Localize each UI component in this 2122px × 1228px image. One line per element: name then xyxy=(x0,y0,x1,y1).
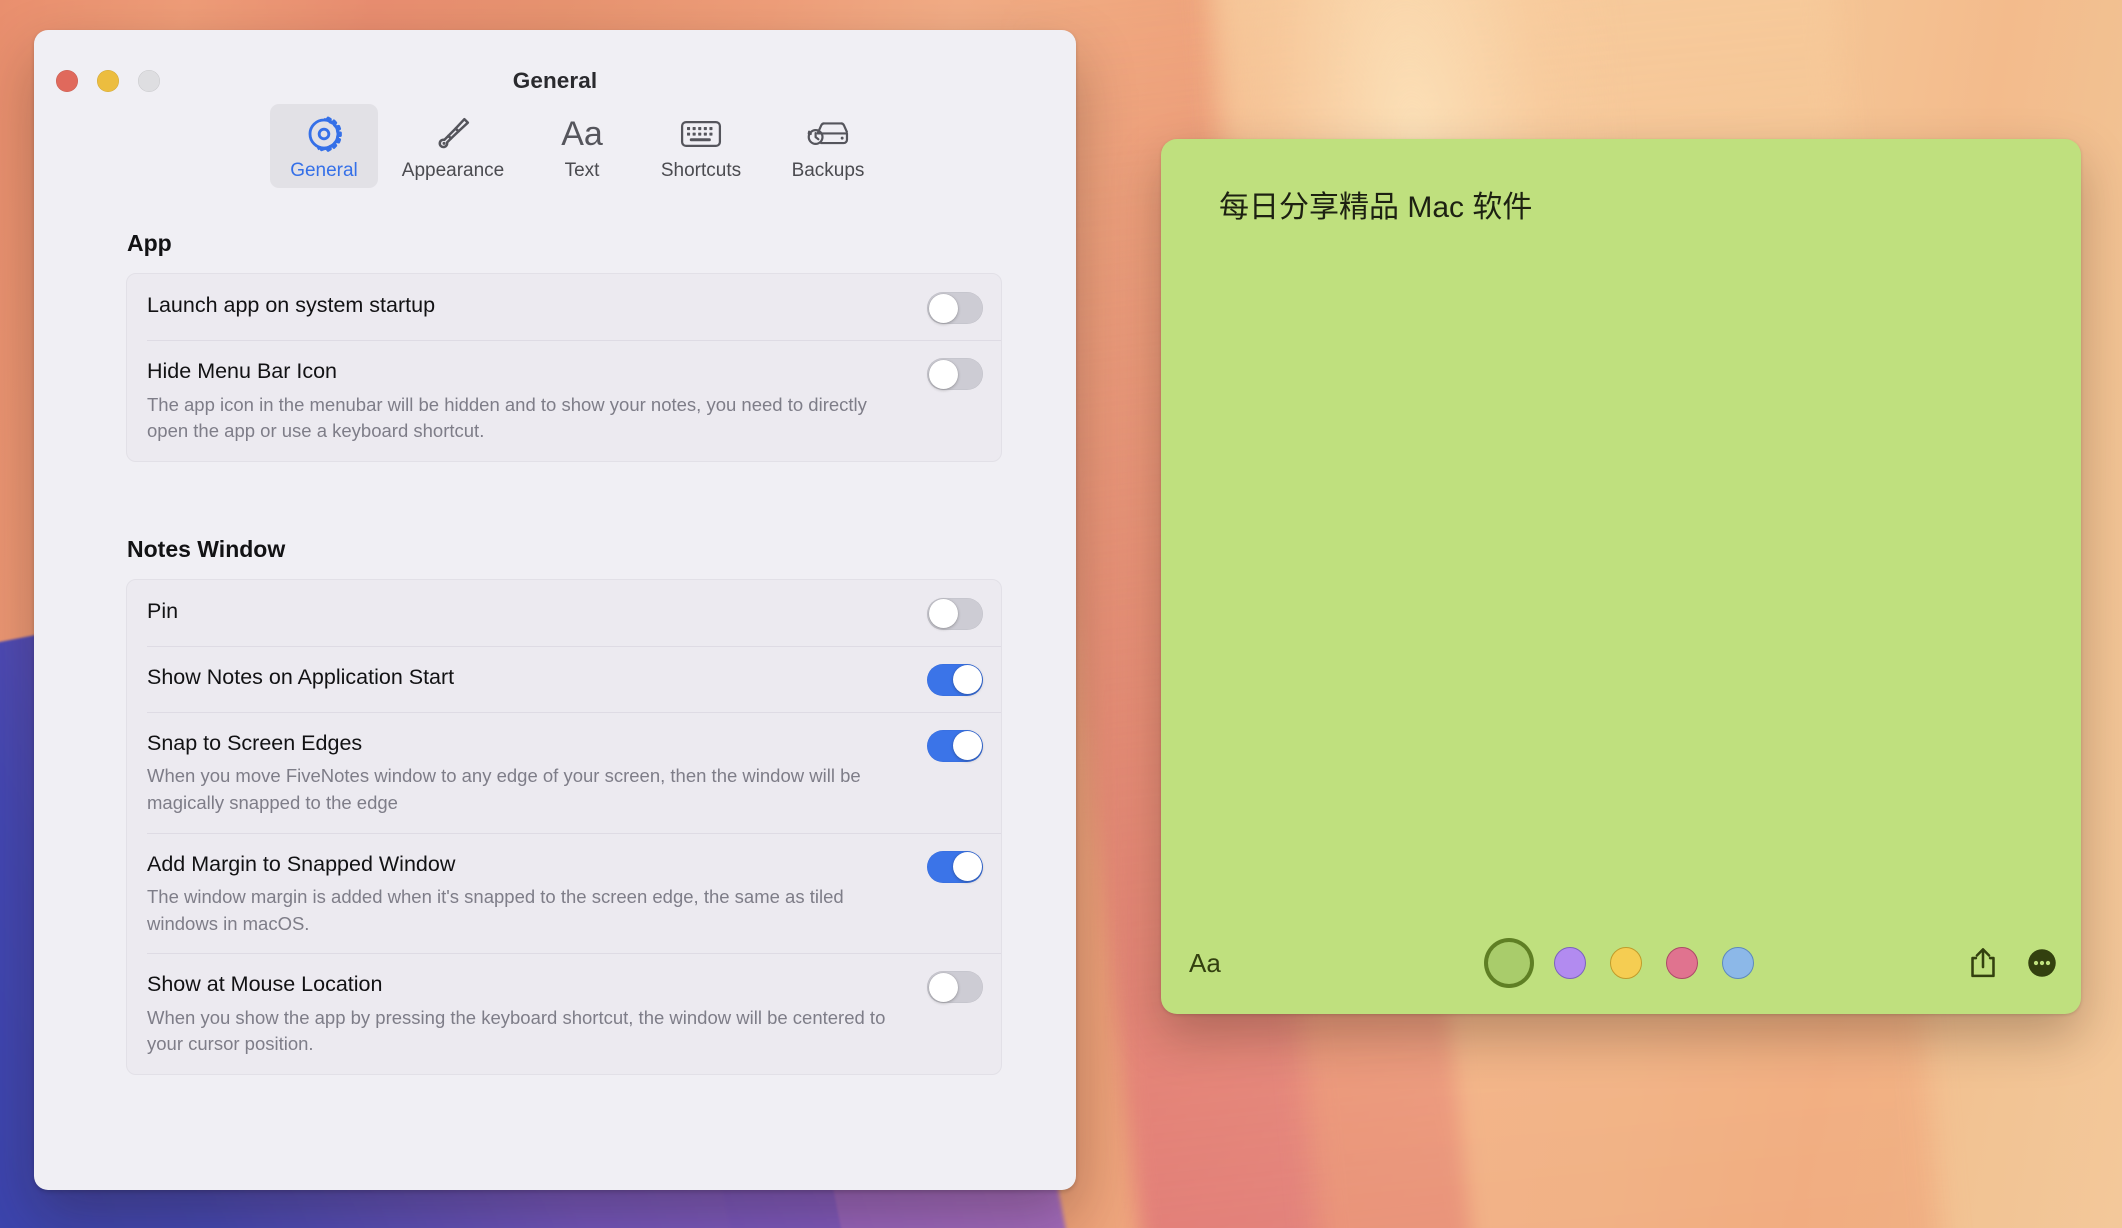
desktop-wallpaper: General General xyxy=(0,0,2122,1228)
tab-appearance[interactable]: Appearance xyxy=(378,104,528,188)
share-icon[interactable] xyxy=(1967,946,1999,980)
setting-title: Launch app on system startup xyxy=(147,292,911,320)
setting-title: Snap to Screen Edges xyxy=(147,730,911,758)
settings-toolbar: General Appearance Aa Text xyxy=(34,104,1076,200)
color-swatch-pink[interactable] xyxy=(1666,947,1698,979)
note-text[interactable]: 每日分享精品 Mac 软件 xyxy=(1219,187,2023,229)
tab-label-text: Text xyxy=(565,160,600,182)
setting-row-launch-app-on-system-startup[interactable]: Launch app on system startup xyxy=(127,274,1001,340)
section-notes-window-title: Notes Window xyxy=(127,536,1002,563)
tab-label-general: General xyxy=(290,160,358,182)
tab-label-shortcuts: Shortcuts xyxy=(661,160,741,182)
note-toolbar: Aa xyxy=(1161,922,2081,1014)
setting-title: Add Margin to Snapped Window xyxy=(147,851,911,879)
toggle-knob xyxy=(929,294,958,323)
tab-text[interactable]: Aa Text xyxy=(528,104,636,188)
toggle-hide-menu-bar-icon[interactable] xyxy=(927,358,983,390)
color-swatch-yellow[interactable] xyxy=(1610,947,1642,979)
tab-label-backups: Backups xyxy=(792,160,865,182)
setting-row-add-margin-to-snapped-window[interactable]: Add Margin to Snapped Window The window … xyxy=(127,833,1001,954)
toggle-pin[interactable] xyxy=(927,598,983,630)
toggle-launch-app-on-system-startup[interactable] xyxy=(927,292,983,324)
text-aa-icon: Aa xyxy=(561,113,603,155)
gear-icon xyxy=(304,113,344,155)
toggle-knob xyxy=(953,852,982,881)
tab-label-appearance: Appearance xyxy=(402,160,504,182)
setting-title: Hide Menu Bar Icon xyxy=(147,358,911,386)
toggle-knob xyxy=(953,731,982,760)
setting-row-show-notes-on-application-start[interactable]: Show Notes on Application Start xyxy=(127,646,1001,712)
section-app-card: Launch app on system startup Hide Menu B… xyxy=(126,273,1002,462)
page-title: General xyxy=(34,68,1076,94)
section-notes-window-card: Pin Show Notes on Application Start xyxy=(126,579,1002,1075)
more-icon[interactable] xyxy=(2027,948,2057,978)
sticky-note-window: 每日分享精品 Mac 软件 Aa xyxy=(1161,139,2081,1014)
color-swatch-green[interactable] xyxy=(1488,942,1530,984)
tab-shortcuts[interactable]: Shortcuts xyxy=(636,104,766,188)
settings-content: App Launch app on system startup Hide Me… xyxy=(34,230,1076,1075)
tab-general[interactable]: General xyxy=(270,104,378,188)
toggle-snap-to-screen-edges[interactable] xyxy=(927,730,983,762)
setting-description: When you move FiveNotes window to any ed… xyxy=(147,763,911,816)
toggle-knob xyxy=(929,973,958,1002)
toggle-add-margin-to-snapped-window[interactable] xyxy=(927,851,983,883)
note-font-button[interactable]: Aa xyxy=(1189,948,1221,979)
setting-row-snap-to-screen-edges[interactable]: Snap to Screen Edges When you move FiveN… xyxy=(127,712,1001,833)
settings-window: General General xyxy=(34,30,1076,1190)
setting-description: The window margin is added when it's sna… xyxy=(147,884,911,937)
setting-description: The app icon in the menubar will be hidd… xyxy=(147,392,911,445)
color-swatch-purple[interactable] xyxy=(1554,947,1586,979)
note-actions xyxy=(1967,946,2057,980)
setting-description: When you show the app by pressing the ke… xyxy=(147,1005,911,1058)
setting-row-show-at-mouse-location[interactable]: Show at Mouse Location When you show the… xyxy=(127,953,1001,1074)
setting-row-hide-menu-bar-icon[interactable]: Hide Menu Bar Icon The app icon in the m… xyxy=(127,340,1001,461)
tab-backups[interactable]: Backups xyxy=(766,104,890,188)
section-app-title: App xyxy=(127,230,1002,257)
toggle-knob xyxy=(929,599,958,628)
color-swatch-blue[interactable] xyxy=(1722,947,1754,979)
note-color-palette xyxy=(1161,942,2081,984)
toggle-knob xyxy=(929,360,958,389)
toggle-show-at-mouse-location[interactable] xyxy=(927,971,983,1003)
setting-title: Show at Mouse Location xyxy=(147,971,911,999)
setting-title: Show Notes on Application Start xyxy=(147,664,911,692)
keyboard-icon xyxy=(680,113,722,155)
toggle-knob xyxy=(953,665,982,694)
external-drive-clock-icon xyxy=(806,113,850,155)
setting-row-pin[interactable]: Pin xyxy=(127,580,1001,646)
setting-title: Pin xyxy=(147,598,911,626)
paintbrush-icon xyxy=(433,113,473,155)
window-titlebar: General xyxy=(34,30,1076,104)
toggle-show-notes-on-application-start[interactable] xyxy=(927,664,983,696)
note-editor[interactable]: 每日分享精品 Mac 软件 xyxy=(1161,139,2081,922)
